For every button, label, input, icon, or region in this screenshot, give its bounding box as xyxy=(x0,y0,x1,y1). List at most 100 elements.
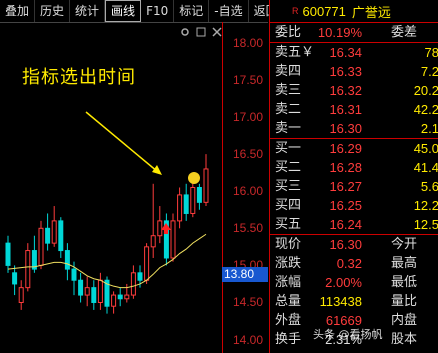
candle-up xyxy=(177,194,183,222)
order-volume: 41.4 xyxy=(413,160,438,175)
candle-up xyxy=(51,220,57,244)
order-price: 16.28 xyxy=(329,160,362,175)
candle-up xyxy=(38,227,44,266)
order-row[interactable]: 买一 16.29 45.0 xyxy=(270,139,438,158)
order-row[interactable]: 卖五￥ 16.34 78 xyxy=(270,43,438,62)
order-volume: 12.5 xyxy=(413,217,438,232)
order-label: 卖三 xyxy=(275,83,302,98)
candle-up xyxy=(97,279,103,303)
annotation-text: 指标选出时间 xyxy=(22,67,136,88)
order-price: 16.30 xyxy=(329,121,362,136)
order-row[interactable]: 卖二 16.31 42.2 xyxy=(270,100,438,119)
close-icon[interactable] xyxy=(212,26,222,37)
order-label: 买五 xyxy=(275,217,302,232)
stat-label-2: 今开 xyxy=(391,237,418,252)
stat-label-2: 量比 xyxy=(391,294,418,309)
stat-label-2: 最高 xyxy=(391,256,418,271)
buy-signal-arrow-icon xyxy=(161,223,171,234)
order-price: 16.29 xyxy=(329,141,362,156)
stat-label-2: 股本 xyxy=(391,332,418,347)
candle-down xyxy=(64,250,70,270)
candle-up xyxy=(124,294,130,300)
toolbar-item-4[interactable]: F10 xyxy=(141,0,175,22)
order-volume: 42.2 xyxy=(413,102,438,117)
price-tick: 16.50 xyxy=(233,147,264,162)
stat-row: 涨幅 2.00% 最低 xyxy=(270,273,438,292)
toolbar-item-5[interactable]: 标记 xyxy=(174,0,210,22)
committee-diff-label: 委差 xyxy=(391,25,418,40)
committee-ratio-value: 10.19% xyxy=(317,25,362,40)
stat-value: 16.30 xyxy=(329,237,362,252)
annotation-arrowhead xyxy=(152,165,162,175)
stock-name[interactable]: 广誉远 xyxy=(352,2,391,21)
order-row[interactable]: 卖三 16.32 20.2 xyxy=(270,81,438,100)
stock-code[interactable]: 600771 xyxy=(303,4,346,19)
watermark: 头条 @看扬帆 xyxy=(313,328,383,341)
order-label: 买四 xyxy=(275,198,302,213)
price-tick: 14.50 xyxy=(233,295,264,310)
price-tick: 15.50 xyxy=(233,221,264,236)
order-label: 卖一 xyxy=(275,121,302,136)
candle-down xyxy=(196,187,202,203)
stat-label: 换手 xyxy=(275,332,302,347)
price-axis: 18.00 17.50 17.00 16.50 16.00 15.50 15.00 14.50… xyxy=(222,22,269,353)
order-volume: 78 xyxy=(424,45,438,60)
stat-label: 总量 xyxy=(275,294,302,309)
toolbar-item-6[interactable]: -自选 xyxy=(209,0,249,22)
candle-up xyxy=(18,287,24,303)
order-row[interactable]: 买五 16.24 12.5 xyxy=(270,215,438,234)
minimize-icon[interactable] xyxy=(196,26,206,37)
candle-up xyxy=(190,187,196,214)
candle-down xyxy=(12,272,18,285)
stat-value: 113438 xyxy=(319,294,362,309)
chart-toolbar: 叠加 历史 统计 画线 F10 标记 -自选 返回 xyxy=(0,0,284,23)
stock-marker: R xyxy=(292,6,299,16)
toolbar-item-3[interactable]: 画线 xyxy=(105,0,142,22)
order-row[interactable]: 买四 16.25 12.2 xyxy=(270,196,438,215)
candle-down xyxy=(117,294,123,300)
gear-icon[interactable] xyxy=(180,26,190,36)
order-row[interactable]: 买三 16.27 5.6 xyxy=(270,177,438,196)
stat-row: 现价 16.30 今开 xyxy=(270,235,438,254)
order-label: 买二 xyxy=(275,160,302,175)
order-label: 卖二 xyxy=(275,102,302,117)
price-tick: 17.50 xyxy=(233,72,264,87)
smiley-icon xyxy=(188,172,200,184)
order-row[interactable]: 卖一 16.30 2.1 xyxy=(270,119,438,138)
candle-up xyxy=(111,294,117,307)
candle-up xyxy=(144,246,150,281)
candle-down xyxy=(91,287,97,303)
toolbar-item-1[interactable]: 历史 xyxy=(35,0,71,22)
order-row[interactable]: 买二 16.28 41.4 xyxy=(270,158,438,177)
price-tick: 14.00 xyxy=(233,332,264,347)
candle-down xyxy=(5,242,11,266)
order-price: 16.31 xyxy=(329,102,362,117)
stat-value: 0.32 xyxy=(336,256,362,271)
toolbar-item-0[interactable]: 叠加 xyxy=(0,0,36,22)
order-price: 16.25 xyxy=(329,198,362,213)
candle-down xyxy=(183,194,189,214)
order-price: 16.24 xyxy=(329,217,362,232)
candle-down xyxy=(137,272,143,281)
order-label: 卖四 xyxy=(275,64,302,79)
order-volume: 45.0 xyxy=(413,141,438,156)
stat-label: 现价 xyxy=(275,237,302,252)
candle-down xyxy=(71,268,77,281)
stock-header: R 600771 广誉远 xyxy=(270,0,438,23)
stat-label: 涨跌 xyxy=(275,256,302,271)
candle-up xyxy=(130,272,136,296)
candle-up xyxy=(84,287,90,296)
stat-label: 外盘 xyxy=(275,313,302,328)
stat-row: 总量 113438 量比 xyxy=(270,292,438,311)
order-row[interactable]: 卖四 16.33 7.2 xyxy=(270,62,438,81)
candle-down xyxy=(45,227,51,244)
order-price: 16.33 xyxy=(329,64,362,79)
candle-up xyxy=(25,250,31,289)
candle-up xyxy=(150,235,156,248)
quote-panel: R 600771 广誉远 委比 10.19% 委差 卖五￥ 16.34 78 卖四 16… xyxy=(269,0,438,353)
price-tick: 16.00 xyxy=(233,184,264,199)
ask-book: 卖五￥ 16.34 78 卖四 16.33 7.2 卖三 16.32 20.2 卖二 16.31 42… xyxy=(270,43,438,139)
order-volume: 2.1 xyxy=(420,121,438,136)
stat-value: 2.00% xyxy=(325,275,362,290)
toolbar-item-2[interactable]: 统计 xyxy=(70,0,106,22)
